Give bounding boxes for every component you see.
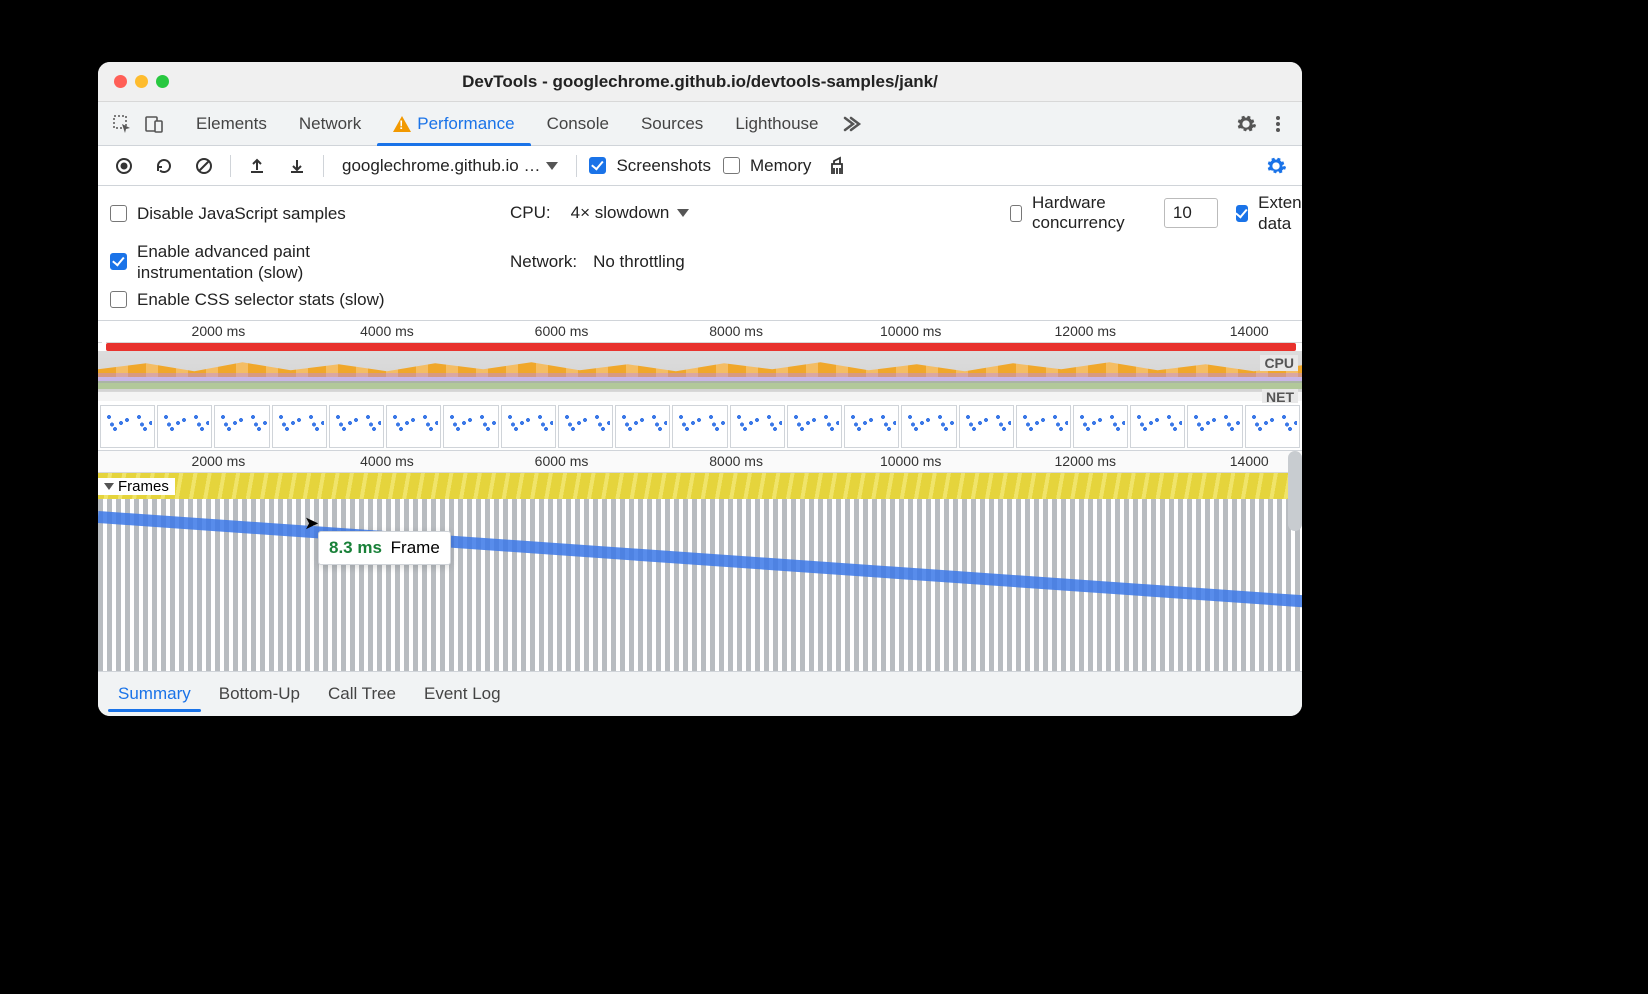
screenshot-thumb[interactable]: [959, 405, 1014, 448]
memory-checkbox[interactable]: [723, 157, 740, 174]
tab-call-tree[interactable]: Call Tree: [314, 672, 410, 716]
screenshot-thumb[interactable]: [501, 405, 556, 448]
screenshot-thumb[interactable]: [1073, 405, 1128, 448]
chevron-down-icon: [677, 209, 689, 217]
tab-bottom-up[interactable]: Bottom-Up: [205, 672, 314, 716]
screenshot-thumb[interactable]: [386, 405, 441, 448]
network-throttle-row: Network: No throttling: [510, 252, 1010, 272]
tab-event-log[interactable]: Event Log: [410, 672, 515, 716]
screenshot-thumb[interactable]: [100, 405, 155, 448]
collapse-triangle-icon[interactable]: [104, 483, 114, 490]
checkbox[interactable]: [110, 205, 127, 222]
hardware-concurrency-input[interactable]: 10: [1164, 198, 1218, 228]
screenshot-thumb[interactable]: [214, 405, 269, 448]
reload-record-button[interactable]: [150, 152, 178, 180]
screenshot-thumb[interactable]: [272, 405, 327, 448]
screenshot-thumb[interactable]: [730, 405, 785, 448]
tab-elements[interactable]: Elements: [180, 102, 283, 145]
tab-summary[interactable]: Summary: [104, 672, 205, 716]
checkbox[interactable]: [1236, 205, 1249, 222]
memory-toggle[interactable]: Memory: [723, 156, 811, 176]
kebab-menu-icon[interactable]: [1262, 102, 1294, 145]
clear-button[interactable]: [190, 152, 218, 180]
extension-data-toggle[interactable]: Extension data: [1236, 192, 1302, 235]
tab-console[interactable]: Console: [531, 102, 625, 145]
flame-chart-area[interactable]: 2000 ms 4000 ms 6000 ms 8000 ms 10000 ms…: [98, 451, 1302, 672]
details-tabstrip: Summary Bottom-Up Call Tree Event Log: [98, 672, 1302, 716]
screenshots-checkbox[interactable]: [589, 157, 606, 174]
frame-tooltip: 8.3 ms Frame: [318, 531, 451, 565]
vertical-scrollbar[interactable]: [1288, 451, 1302, 531]
tab-performance[interactable]: Performance: [377, 102, 530, 145]
cpu-throttle-row: CPU: 4× slowdown: [510, 201, 1010, 225]
css-selector-stats-toggle[interactable]: Enable CSS selector stats (slow): [110, 289, 510, 310]
screenshot-thumb[interactable]: [558, 405, 613, 448]
frames-track[interactable]: ➤ 8.3 ms Frame: [98, 499, 1302, 672]
screenshots-toggle[interactable]: Screenshots: [589, 156, 711, 176]
checkbox[interactable]: [110, 253, 127, 270]
download-profile-button[interactable]: [283, 152, 311, 180]
url-selector-text: googlechrome.github.io …: [342, 156, 540, 176]
disable-js-samples-toggle[interactable]: Disable JavaScript samples: [110, 203, 510, 224]
cpu-throttle-select[interactable]: 4× slowdown: [567, 201, 694, 225]
more-tabs-icon[interactable]: [835, 102, 867, 145]
upload-profile-button[interactable]: [243, 152, 271, 180]
hardware-concurrency-toggle[interactable]: Hardware concurrency: [1010, 193, 1146, 233]
checkbox[interactable]: [110, 291, 127, 308]
tab-sources[interactable]: Sources: [625, 102, 719, 145]
titlebar: DevTools - googlechrome.github.io/devtoo…: [98, 62, 1302, 102]
chevron-down-icon: [546, 162, 558, 170]
inspect-icon[interactable]: [106, 102, 138, 145]
screenshot-thumb[interactable]: [329, 405, 384, 448]
settings-gear-icon[interactable]: [1230, 102, 1262, 145]
screenshot-thumb[interactable]: [1245, 405, 1300, 448]
record-button[interactable]: [110, 152, 138, 180]
traffic-lights: [98, 75, 169, 88]
performance-toolbar: googlechrome.github.io … Screenshots Mem…: [98, 146, 1302, 186]
zoom-window-button[interactable]: [156, 75, 169, 88]
overview-ruler[interactable]: 2000 ms 4000 ms 6000 ms 8000 ms 10000 ms…: [98, 321, 1302, 343]
screenshot-thumb[interactable]: [615, 405, 670, 448]
warning-icon: [393, 116, 411, 132]
device-toolbar-icon[interactable]: [138, 102, 170, 145]
net-lane: [98, 391, 1302, 401]
url-selector[interactable]: googlechrome.github.io …: [336, 154, 564, 178]
screenshot-thumb[interactable]: [844, 405, 899, 448]
minimize-window-button[interactable]: [135, 75, 148, 88]
screenshot-thumb[interactable]: [901, 405, 956, 448]
close-window-button[interactable]: [114, 75, 127, 88]
screenshot-filmstrip[interactable]: [98, 403, 1302, 450]
frames-track-header[interactable]: Frames: [98, 473, 1302, 499]
advanced-paint-toggle[interactable]: Enable advanced paint instrumentation (s…: [110, 241, 510, 284]
window-title: DevTools - googlechrome.github.io/devtoo…: [98, 72, 1302, 92]
screenshot-thumb[interactable]: [1187, 405, 1242, 448]
capture-options: Disable JavaScript samples CPU: 4× slowd…: [98, 186, 1302, 321]
screenshot-thumb[interactable]: [157, 405, 212, 448]
devtools-window: DevTools - googlechrome.github.io/devtoo…: [98, 62, 1302, 716]
capture-settings-button[interactable]: [1262, 152, 1290, 180]
tab-network[interactable]: Network: [283, 102, 377, 145]
panel-tabstrip: Elements Network Performance Console Sou…: [98, 102, 1302, 146]
screenshot-thumb[interactable]: [443, 405, 498, 448]
tab-lighthouse[interactable]: Lighthouse: [719, 102, 834, 145]
network-throttle-value[interactable]: No throttling: [593, 252, 685, 272]
screenshot-thumb[interactable]: [1130, 405, 1185, 448]
screenshot-thumb[interactable]: [1016, 405, 1071, 448]
cpu-lane-label: CPU: [1260, 355, 1298, 371]
screenshot-thumb[interactable]: [672, 405, 727, 448]
collect-garbage-button[interactable]: [823, 152, 851, 180]
timeline-overview[interactable]: 2000 ms 4000 ms 6000 ms 8000 ms 10000 ms…: [98, 321, 1302, 451]
screenshot-thumb[interactable]: [787, 405, 842, 448]
checkbox[interactable]: [1010, 205, 1022, 222]
detail-ruler[interactable]: 2000 ms 4000 ms 6000 ms 8000 ms 10000 ms…: [98, 451, 1302, 473]
fps-bar: [106, 343, 1296, 351]
cpu-lane: [98, 351, 1302, 391]
